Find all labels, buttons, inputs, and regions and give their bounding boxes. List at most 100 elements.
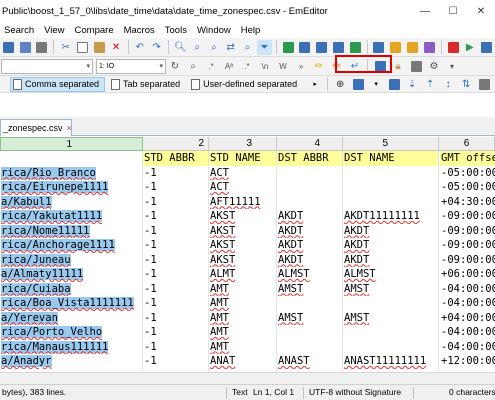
split-column-icon[interactable] <box>476 77 492 92</box>
font-size-combo[interactable]: 1: IO ▾ <box>96 58 166 74</box>
grid-cell[interactable]: AKST <box>209 238 276 253</box>
menu-view[interactable]: View <box>40 25 70 36</box>
grid-cell[interactable]: STD ABBR <box>143 151 208 166</box>
grid-cell[interactable]: AMT <box>209 311 276 326</box>
grid-cell[interactable]: rica/Boa_Vista1111111 <box>0 296 142 311</box>
table-row[interactable]: rica/Porto_Velho -1 AMT -04:00:00 <box>0 325 495 340</box>
comma-separated-button[interactable]: Comma separated <box>10 76 106 92</box>
escape-seq-icon[interactable]: \n <box>257 59 273 74</box>
table-row[interactable]: rica/Boa_Vista1111111 -1 AMT -04:00:00 <box>0 296 495 311</box>
grid-cell[interactable]: a/Yerevan <box>0 311 142 326</box>
grid-cell[interactable]: AMST <box>343 311 438 326</box>
table-row[interactable]: rica/Cuiaba -1 AMT AMST AMST -04:00:00 <box>0 282 495 297</box>
window-list-icon[interactable] <box>314 40 329 55</box>
grid-cell[interactable]: -1 <box>143 354 208 369</box>
grid-cell[interactable]: AMT <box>209 296 276 311</box>
grid-cell[interactable]: -1 <box>143 340 208 355</box>
close-button[interactable]: ✕ <box>467 0 495 22</box>
grid-cell[interactable]: -09:00:00 <box>440 224 495 239</box>
find-next-icon[interactable]: ⌕ <box>190 40 205 55</box>
cascade-icon[interactable] <box>331 40 346 55</box>
grid-cell[interactable]: +04:30:00 <box>440 195 495 210</box>
grid-cell[interactable]: AKDT11111111 <box>343 209 438 224</box>
maximize-button[interactable]: ☐ <box>439 0 467 22</box>
cut-icon[interactable]: ✂ <box>58 40 73 55</box>
minimize-button[interactable]: — <box>411 0 439 22</box>
grid-cell[interactable]: ANAT <box>209 354 276 369</box>
grid-view-icon[interactable] <box>281 40 296 55</box>
customize-icon[interactable] <box>388 40 403 55</box>
tab-close-icon[interactable]: × <box>67 123 72 133</box>
grid-cell[interactable] <box>343 166 438 181</box>
search-bar-icon[interactable]: ⌕ <box>185 59 201 74</box>
status-encoding[interactable]: UTF-8 without Signature <box>309 387 401 397</box>
tile-icon[interactable] <box>348 40 363 55</box>
grid-cell[interactable]: rica/Yakutat1111 <box>0 209 142 224</box>
grid-cell[interactable]: AKDT <box>277 209 342 224</box>
grid-cell[interactable]: -1 <box>143 224 208 239</box>
grid-cell[interactable]: STD NAME <box>209 151 276 166</box>
column-header-1[interactable]: 1 <box>0 137 143 151</box>
grid-cell[interactable]: GMT offse <box>440 151 495 166</box>
table-row[interactable]: a/Kabul1 -1 AFT11111 +04:30:00 <box>0 195 495 210</box>
sort-desc-icon[interactable]: ⇡ <box>422 77 438 92</box>
settings-icon[interactable]: ⚙ <box>426 59 442 74</box>
grid-cell[interactable]: AMT <box>209 340 276 355</box>
add-column-icon[interactable]: ⊕ <box>332 77 348 92</box>
grid-cell[interactable]: +12:00:00 <box>440 354 495 369</box>
bookmark-icon[interactable] <box>372 59 388 74</box>
plugins-icon[interactable] <box>405 40 420 55</box>
grid-cell[interactable]: AKST <box>209 253 276 268</box>
grid-cell[interactable] <box>343 296 438 311</box>
lock-icon[interactable]: 🔒︎ <box>390 59 406 74</box>
grid-cell[interactable]: a/Kabul1 <box>0 195 142 210</box>
user-defined-separated-button[interactable]: User-defined separated <box>189 77 302 92</box>
grid-cell[interactable]: a/Almaty11111 <box>0 267 142 282</box>
column-icon[interactable] <box>350 77 366 92</box>
grid-cell[interactable]: -04:00:00 <box>440 296 495 311</box>
table-row[interactable]: rica/Juneau -1 AKST AKDT AKDT -09:00:00 <box>0 253 495 268</box>
stop-macro-icon[interactable] <box>446 40 461 55</box>
grid-cell[interactable]: rica/Juneau <box>0 253 142 268</box>
grid-cell[interactable]: AMT <box>209 282 276 297</box>
filter-icon[interactable]: ⏷ <box>256 39 272 55</box>
menu-help[interactable]: Help <box>237 25 267 36</box>
column-header-4[interactable]: 4 <box>277 137 343 151</box>
status-position[interactable]: Ln 1, Col 1 <box>253 387 294 397</box>
grid-cell[interactable]: -1 <box>143 253 208 268</box>
properties-icon[interactable] <box>372 40 387 55</box>
grid-cell[interactable]: AKST <box>209 224 276 239</box>
grid-cell[interactable]: AMT <box>209 325 276 340</box>
grid-cell[interactable]: -1 <box>143 195 208 210</box>
find-prev-icon[interactable]: ⌕ <box>207 40 222 55</box>
copy-icon[interactable] <box>75 40 90 55</box>
column-header-3[interactable]: 3 <box>209 137 277 151</box>
grid-cell[interactable]: AKDT <box>343 224 438 239</box>
macro-menu-icon[interactable] <box>479 40 494 55</box>
header-row[interactable]: STD ABBR STD NAME DST ABBR DST NAME GMT offs… <box>0 151 495 166</box>
grid-cell[interactable]: AKDT <box>343 253 438 268</box>
grid-cell[interactable]: AFT11111 <box>209 195 276 210</box>
grid-cell[interactable]: -05:00:00 <box>440 180 495 195</box>
find-in-files-icon[interactable]: ⌕ <box>240 40 255 55</box>
grid-cell[interactable] <box>277 340 342 355</box>
grid-cell[interactable]: rica/Manaus111111 <box>0 340 142 355</box>
sort-icon[interactable]: ↕ <box>440 77 456 92</box>
status-mode[interactable]: Text <box>232 387 248 397</box>
delete-icon[interactable]: ✕ <box>109 40 124 55</box>
join-icon[interactable]: ⇅ <box>458 77 474 92</box>
document-tab[interactable]: _zonespec.csv × <box>0 119 72 136</box>
grid-cell[interactable]: AKDT <box>343 238 438 253</box>
more-options-icon[interactable]: » <box>293 59 309 74</box>
grid-cell[interactable]: rica/Nome11111 <box>0 224 142 239</box>
grid-cell[interactable]: rica/Cuiaba <box>0 282 142 297</box>
table-row[interactable]: rica/Manaus111111 -1 AMT -04:00:00 <box>0 340 495 355</box>
table-row[interactable]: rica/Nome11111 -1 AKST AKDT AKDT -09:00:00 <box>0 224 495 239</box>
highlight-yellow-icon[interactable]: ✏ <box>311 59 327 74</box>
table-row[interactable]: rica/Yakutat1111 -1 AKST AKDT AKDT11111111 -0… <box>0 209 495 224</box>
grid-cell[interactable]: -1 <box>143 166 208 181</box>
menu-tools[interactable]: Tools <box>161 25 193 36</box>
save-icon[interactable] <box>1 40 16 55</box>
grid-cell[interactable]: -04:00:00 <box>440 282 495 297</box>
column-header-2[interactable]: 2 <box>143 137 209 151</box>
